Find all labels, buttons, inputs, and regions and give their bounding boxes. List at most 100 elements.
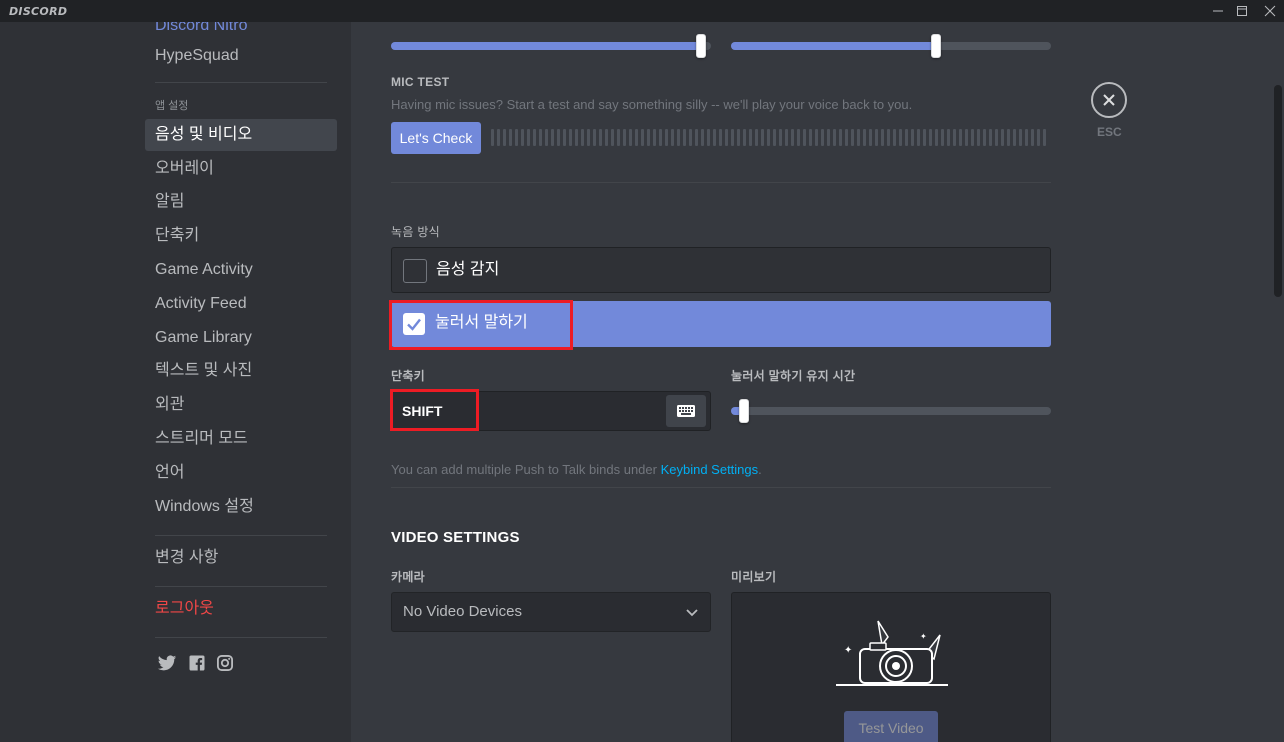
meter-bar (965, 129, 968, 146)
meter-bar (683, 129, 686, 146)
meter-bar (557, 129, 560, 146)
sidebar-item-streamer-mode[interactable]: 스트리머 모드 (145, 423, 337, 455)
twitter-icon[interactable] (157, 653, 177, 673)
meter-bar (653, 129, 656, 146)
meter-bar (1031, 129, 1034, 146)
sidebar-item-windows-settings[interactable]: Windows 설정 (145, 491, 337, 523)
keybind-note: You can add multiple Push to Talk binds … (391, 462, 762, 477)
meter-bar (785, 129, 788, 146)
meter-bar (515, 129, 518, 146)
meter-bar (527, 129, 530, 146)
meter-bar (857, 129, 860, 146)
sidebar-item-activity-feed[interactable]: Activity Feed (145, 288, 337, 320)
meter-bar (773, 129, 776, 146)
sidebar-item-appearance[interactable]: 외관 (145, 389, 337, 421)
sidebar-item-overlay[interactable]: 오버레이 (145, 153, 337, 185)
mic-level-meter (491, 129, 1046, 146)
sidebar-item-logout[interactable]: 로그아웃 (145, 593, 337, 625)
sidebar-divider (155, 637, 327, 638)
sidebar-item-nitro[interactable]: Discord Nitro (145, 22, 337, 42)
meter-bar (581, 129, 584, 146)
meter-bar (989, 129, 992, 146)
camera-select[interactable]: No Video Devices (391, 592, 711, 632)
meter-bar (677, 129, 680, 146)
meter-bar (599, 129, 602, 146)
meter-bar (761, 129, 764, 146)
sidebar-item-game-library[interactable]: Game Library (145, 322, 337, 354)
output-volume-grabber[interactable] (931, 34, 941, 58)
voice-activity-option[interactable]: 음성 감지 (391, 247, 1051, 293)
meter-bar (539, 129, 542, 146)
app-settings-header: 앱 설정 (155, 100, 189, 112)
meter-bar (971, 129, 974, 146)
sidebar-item-voice-video[interactable]: 음성 및 비디오 (145, 119, 337, 151)
discord-window: DISCORD Discord Nitro HypeSquad 앱 설정 음성 … (0, 0, 1284, 742)
output-volume-fill (731, 42, 936, 50)
meter-bar (605, 129, 608, 146)
sidebar-item-game-activity[interactable]: Game Activity (145, 254, 337, 286)
preview-header: 미리보기 (731, 570, 777, 584)
section-divider (391, 182, 1051, 183)
meter-bar (1043, 129, 1046, 146)
meter-bar (935, 129, 938, 146)
meter-bar (911, 129, 914, 146)
annotation-highlight (389, 300, 573, 350)
sidebar-divider (155, 82, 327, 83)
window-close-button[interactable] (1256, 0, 1284, 22)
meter-bar (755, 129, 758, 146)
sidebar-divider (155, 535, 327, 536)
meter-bar (725, 129, 728, 146)
instagram-icon[interactable] (215, 653, 235, 673)
meter-bar (797, 129, 800, 146)
sidebar-item-hypesquad[interactable]: HypeSquad (145, 40, 337, 72)
ptt-delay-slider[interactable] (731, 407, 1051, 415)
meter-bar (665, 129, 668, 146)
meter-bar (719, 129, 722, 146)
meter-bar (587, 129, 590, 146)
meter-bar (545, 129, 548, 146)
meter-bar (491, 129, 494, 146)
lets-check-button[interactable]: Let's Check (391, 122, 481, 154)
input-volume-grabber[interactable] (696, 34, 706, 58)
close-settings-button[interactable] (1091, 82, 1127, 118)
meter-bar (827, 129, 830, 146)
meter-bar (509, 129, 512, 146)
facebook-icon[interactable] (187, 653, 207, 673)
keyboard-icon[interactable] (666, 395, 706, 427)
meter-bar (947, 129, 950, 146)
keybind-settings-link[interactable]: Keybind Settings (661, 462, 759, 477)
annotation-highlight (390, 389, 479, 431)
meter-bar (749, 129, 752, 146)
meter-bar (815, 129, 818, 146)
meter-bar (1001, 129, 1004, 146)
output-volume-slider[interactable] (731, 42, 1051, 50)
meter-bar (647, 129, 650, 146)
keybind-note-suffix: . (758, 462, 762, 477)
ptt-delay-grabber[interactable] (739, 399, 749, 423)
mic-test-description: Having mic issues? Start a test and say … (391, 97, 913, 112)
sidebar-item-text-images[interactable]: 텍스트 및 사진 (145, 355, 337, 387)
meter-bar (1037, 129, 1040, 146)
discord-logo: DISCORD (9, 5, 68, 18)
checkbox-unchecked[interactable] (403, 259, 427, 283)
title-bar: DISCORD (0, 0, 1284, 22)
meter-bar (899, 129, 902, 146)
input-volume-fill (391, 42, 701, 50)
meter-bar (629, 129, 632, 146)
test-video-button[interactable]: Test Video (844, 711, 938, 742)
sidebar-item-keybinds[interactable]: 단축키 (145, 220, 337, 252)
meter-bar (851, 129, 854, 146)
maximize-button[interactable] (1228, 0, 1256, 22)
meter-bar (767, 129, 770, 146)
meter-bar (737, 129, 740, 146)
sidebar-item-changelog[interactable]: 변경 사항 (145, 542, 337, 574)
meter-bar (887, 129, 890, 146)
section-divider (391, 487, 1051, 488)
input-volume-slider[interactable] (391, 42, 711, 50)
meter-bar (983, 129, 986, 146)
sidebar-item-language[interactable]: 언어 (145, 457, 337, 489)
meter-bar (995, 129, 998, 146)
sidebar-item-notifications[interactable]: 알림 (145, 186, 337, 218)
meter-bar (941, 129, 944, 146)
content-scrollbar[interactable] (1274, 85, 1282, 297)
